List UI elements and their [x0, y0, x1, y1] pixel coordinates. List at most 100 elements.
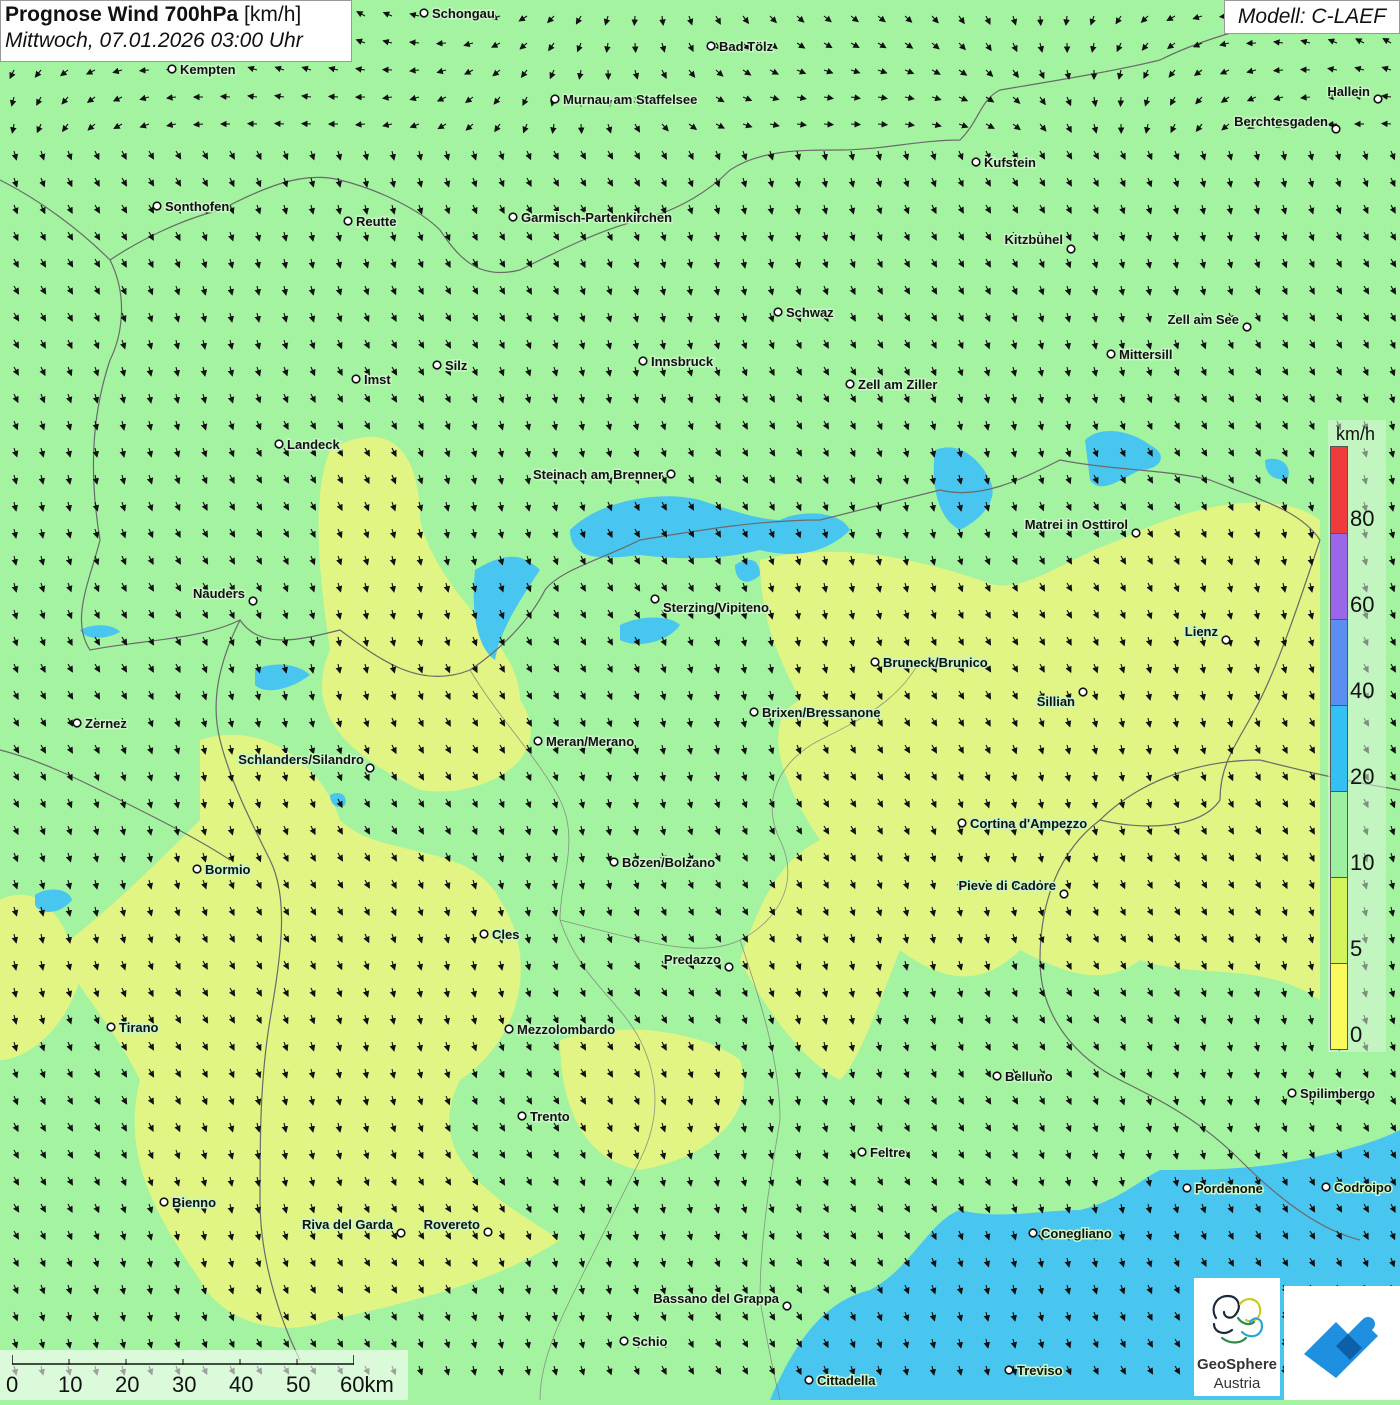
- logo-name-line2: Austria: [1194, 1375, 1280, 1392]
- city-marker: [725, 963, 733, 971]
- forecast-datetime: Mittwoch, 07.01.2026 03:00 Uhr: [5, 29, 347, 53]
- city-label: Innsbruck: [651, 354, 714, 369]
- city-marker: [958, 819, 966, 827]
- city-marker: [534, 737, 542, 745]
- legend-color-bar: [1330, 446, 1348, 1050]
- city-label: Trento: [530, 1109, 570, 1124]
- legend-tick-label: 0: [1350, 1022, 1362, 1048]
- city-label: Spilimbergo: [1300, 1086, 1375, 1101]
- legend-segment: [1331, 619, 1347, 705]
- city-label: Nauders: [193, 586, 245, 601]
- city-marker: [1243, 323, 1251, 331]
- wind-arrow: [1382, 124, 1391, 125]
- title-main: Prognose Wind 700hPa: [5, 3, 238, 26]
- city-label: Reutte: [356, 214, 396, 229]
- city-label: Brixen/Bressanone: [762, 705, 881, 720]
- city-marker: [1060, 890, 1068, 898]
- city-label: Bad Tölz: [719, 39, 774, 54]
- city-marker: [73, 719, 81, 727]
- legend-unit: km/h: [1336, 424, 1375, 445]
- city-label: Predazzo: [664, 952, 721, 967]
- city-label: Sonthofen: [165, 199, 229, 214]
- logo-name-line1: GeoSphere: [1194, 1356, 1280, 1373]
- city-label: Bormio: [205, 862, 251, 877]
- city-label: Lienz: [1185, 624, 1219, 639]
- city-marker: [1332, 125, 1340, 133]
- city-marker: [160, 1198, 168, 1206]
- geosphere-logo[interactable]: GeoSphere Austria: [1194, 1278, 1280, 1396]
- color-legend: km/h 806040201050: [1328, 420, 1386, 1052]
- city-marker: [1107, 350, 1115, 358]
- city-marker: [620, 1337, 628, 1345]
- city-marker: [871, 658, 879, 666]
- city-marker: [344, 217, 352, 225]
- city-label: Bozen/Bolzano: [622, 855, 715, 870]
- city-marker: [420, 9, 428, 17]
- city-label: Schio: [632, 1334, 667, 1349]
- city-label: Bassano del Grappa: [653, 1291, 779, 1306]
- city-marker: [993, 1072, 1001, 1080]
- city-label: Mittersill: [1119, 347, 1172, 362]
- legend-tick-label: 10: [1350, 850, 1374, 876]
- legend-segment: [1331, 791, 1347, 877]
- city-marker: [505, 1025, 513, 1033]
- city-marker: [249, 597, 257, 605]
- city-marker: [774, 308, 782, 316]
- city-marker: [1029, 1229, 1037, 1237]
- scale-label-60km: 60km: [340, 1372, 394, 1398]
- city-label: Riva del Garda: [302, 1217, 394, 1232]
- wind-arrow: [329, 96, 338, 97]
- legend-segment: [1331, 705, 1347, 791]
- title-unit: [km/h]: [244, 3, 301, 26]
- legend-segment: [1331, 963, 1347, 1049]
- wind-map[interactable]: SchongauBad TölzKemptenMurnau am Staffel…: [0, 0, 1400, 1400]
- city-label: Garmisch-Partenkirchen: [521, 210, 672, 225]
- legend-tick-label: 80: [1350, 506, 1374, 532]
- city-label: Landeck: [287, 437, 341, 452]
- city-marker: [1132, 529, 1140, 537]
- city-marker: [107, 1023, 115, 1031]
- city-label: Cortina d'Ampezzo: [970, 816, 1087, 831]
- city-marker: [1322, 1183, 1330, 1191]
- city-label: Codroipo: [1334, 1180, 1392, 1195]
- city-label: Steinach am Brenner: [533, 467, 663, 482]
- wind-arrow: [634, 16, 635, 25]
- wind-arrow: [437, 43, 446, 44]
- scale-label-20: 20: [115, 1372, 139, 1398]
- legend-tick-label: 5: [1350, 936, 1362, 962]
- scale-label-0: 0: [6, 1372, 18, 1398]
- app-logo[interactable]: [1284, 1286, 1400, 1400]
- city-label: Belluno: [1005, 1069, 1053, 1084]
- wind-arrow: [1274, 70, 1283, 71]
- city-label: Berchtesgaden: [1234, 114, 1328, 129]
- city-label: Schongau: [432, 6, 495, 21]
- city-marker: [397, 1229, 405, 1237]
- legend-segment: [1331, 533, 1347, 619]
- legend-tick-label: 40: [1350, 678, 1374, 704]
- city-marker: [651, 595, 659, 603]
- city-label: Sterzing/Vipiteno: [663, 600, 769, 615]
- city-marker: [518, 1112, 526, 1120]
- city-marker: [610, 858, 618, 866]
- city-marker: [1079, 688, 1087, 696]
- city-label: Matrei in Osttirol: [1025, 517, 1128, 532]
- city-marker: [352, 375, 360, 383]
- wind-arrow: [851, 124, 860, 125]
- city-label: Sillian: [1037, 694, 1075, 709]
- city-marker: [153, 202, 161, 210]
- city-marker: [846, 380, 854, 388]
- city-marker: [275, 440, 283, 448]
- city-marker: [805, 1376, 813, 1384]
- city-marker: [366, 764, 374, 772]
- wind-arrow: [221, 96, 230, 97]
- scale-label-40: 40: [229, 1372, 253, 1398]
- city-marker: [484, 1228, 492, 1236]
- city-marker: [1067, 245, 1075, 253]
- wind-arrow: [824, 124, 833, 125]
- city-marker: [750, 708, 758, 716]
- city-marker: [667, 470, 675, 478]
- city-label: Feltre: [870, 1145, 905, 1160]
- city-label: Meran/Merano: [546, 734, 634, 749]
- weather-app-icon: [1284, 1286, 1400, 1400]
- city-label: Schlanders/Silandro: [238, 752, 364, 767]
